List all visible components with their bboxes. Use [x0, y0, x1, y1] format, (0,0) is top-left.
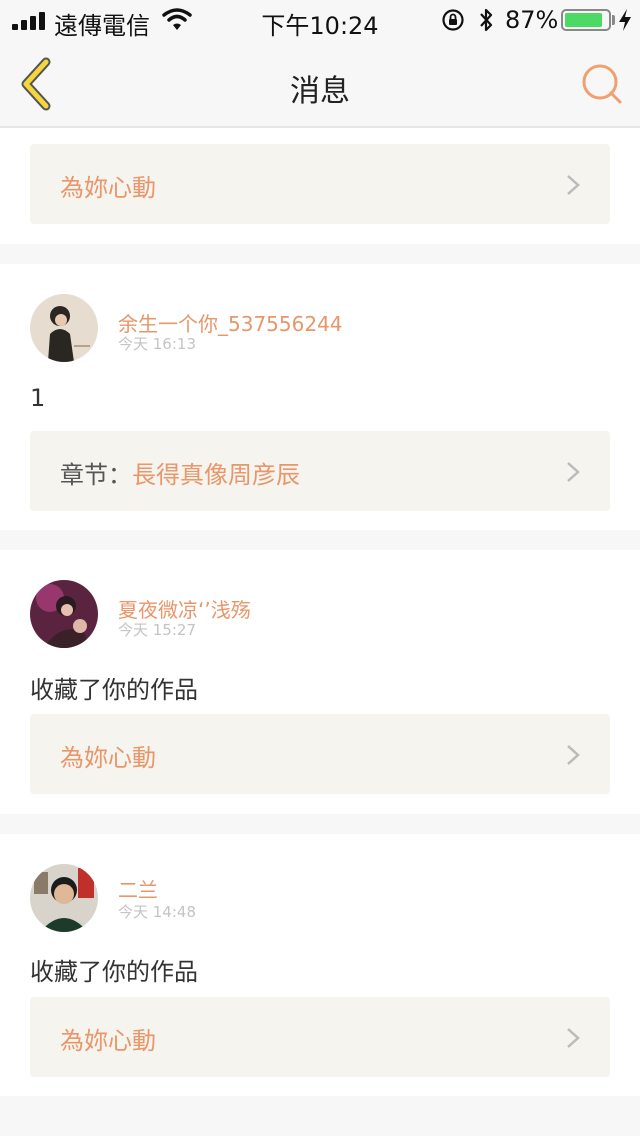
battery-icon: [561, 9, 611, 31]
work-link-box[interactable]: 為妳心動: [30, 714, 610, 794]
nav-bar: 消息: [0, 40, 640, 128]
chapter-prefix: 章节：: [60, 461, 132, 489]
work-link-box[interactable]: 為妳心動: [30, 144, 610, 224]
page-title: 消息: [290, 74, 350, 109]
rotation-lock-icon: [442, 9, 464, 31]
work-link-box[interactable]: 為妳心動: [30, 997, 610, 1077]
message-text: 收藏了你的作品: [30, 958, 198, 986]
chevron-right-icon: [567, 462, 580, 482]
bluetooth-icon: [480, 8, 493, 32]
charging-icon: [619, 9, 631, 31]
timestamp: 今天 14:48: [118, 903, 196, 921]
timestamp: 今天 15:27: [118, 621, 196, 639]
message-card: 二兰 今天 14:48 收藏了你的作品 為妳心動: [0, 834, 640, 1096]
message-text: 1: [30, 384, 46, 412]
timestamp: 今天 16:13: [118, 335, 196, 353]
work-title: 為妳心動: [60, 1027, 156, 1055]
chapter-link: 章节：長得真像周彦辰: [60, 455, 300, 490]
avatar[interactable]: [30, 864, 98, 932]
work-title: 為妳心動: [60, 744, 156, 772]
message-card: 余生一个你_537556244 今天 16:13 1 章节：長得真像周彦辰: [0, 264, 640, 530]
message-card: 為妳心動: [0, 128, 640, 244]
chevron-right-icon: [567, 1028, 580, 1048]
battery-cap: [612, 15, 615, 25]
chapter-link-box[interactable]: 章节：長得真像周彦辰: [30, 431, 610, 511]
avatar[interactable]: [30, 580, 98, 648]
status-bar: 遠傳電信 下午10:24 87%: [0, 0, 640, 40]
chapter-title: 長得真像周彦辰: [132, 461, 300, 489]
work-title: 為妳心動: [60, 174, 156, 202]
chevron-right-icon: [567, 745, 580, 765]
battery-percent: 87%: [505, 6, 559, 34]
message-text: 收藏了你的作品: [30, 676, 198, 704]
chevron-right-icon: [567, 175, 580, 195]
avatar[interactable]: [30, 294, 98, 362]
message-card: 夏夜微凉‘’浅殇 今天 15:27 收藏了你的作品 為妳心動: [0, 550, 640, 814]
search-icon[interactable]: [578, 60, 626, 108]
user-name[interactable]: 二兰: [118, 874, 158, 903]
battery-fill: [565, 13, 602, 27]
